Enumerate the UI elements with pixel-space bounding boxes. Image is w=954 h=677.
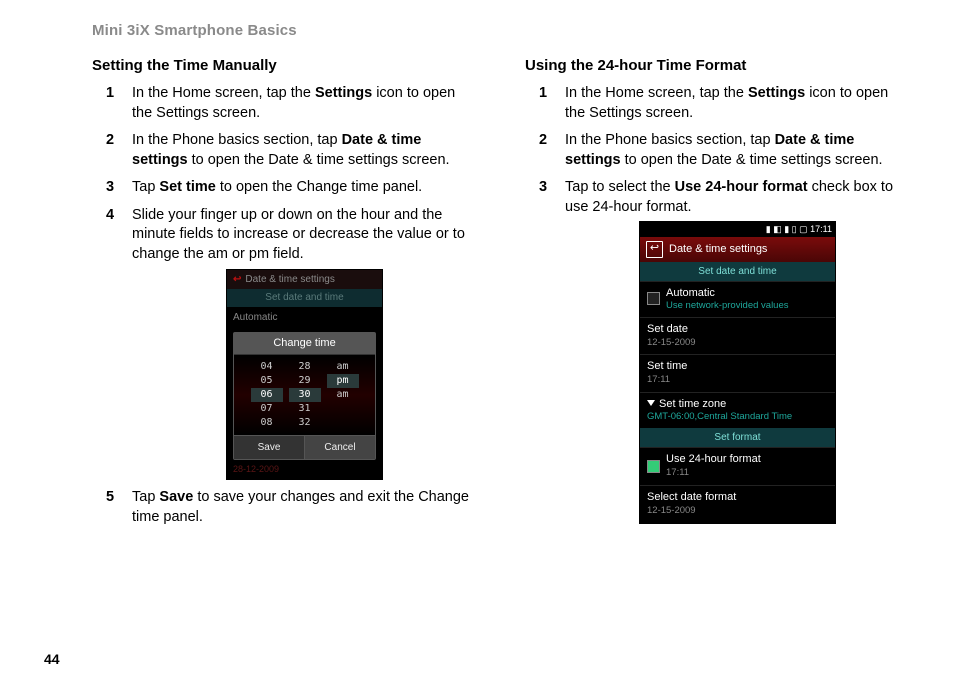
step-item: In the Home screen, tap the Settings ico… (525, 84, 910, 123)
row-subtitle: 17:11 (666, 467, 761, 480)
use-24h-row[interactable]: Use 24-hour format 17:11 (640, 447, 835, 485)
row-title: Set time (647, 359, 828, 374)
step-item: Tap Save to save your changes and exit t… (92, 488, 477, 527)
wheel-value: 32 (289, 416, 321, 430)
step-text: to open the Change time panel. (216, 179, 422, 195)
step-bold: Settings (748, 85, 805, 101)
row-subtitle: GMT-06:00,Central Standard Time (647, 412, 828, 423)
manual-page: Mini 3iX Smartphone Basics Setting the T… (0, 0, 954, 677)
phone-titlebar: ↩ Date & time settings (640, 237, 835, 262)
wheel-value: 31 (289, 402, 321, 416)
automatic-row[interactable]: Automatic Use network-provided values (640, 281, 835, 317)
minute-wheel[interactable]: 28 29 30 31 32 (289, 360, 321, 430)
right-column: Using the 24-hour Time Format In the Hom… (525, 57, 910, 651)
row-title: Set time zone (647, 397, 828, 412)
right-steps: In the Home screen, tap the Settings ico… (525, 84, 910, 524)
panel-title: Change time (234, 333, 375, 355)
set-time-row[interactable]: Set time 17:11 (640, 354, 835, 392)
step-bold: Use 24-hour format (675, 179, 808, 195)
row-title: Select date format (647, 490, 828, 505)
wheel-value: 29 (289, 374, 321, 388)
row-title: Set date (647, 322, 828, 337)
step-item: Slide your finger up or down on the hour… (92, 206, 477, 481)
row-subtitle: 12-15-2009 (647, 505, 828, 518)
dropdown-icon (647, 400, 655, 406)
section-header: Set format (640, 428, 835, 448)
phone-mock-datetime-settings: ▮ ◧ ▮ ▯ ▢ 17:11 ↩ Date & time settings Se… (639, 221, 836, 523)
chapter-title: Mini 3iX Smartphone Basics (92, 22, 910, 39)
wheel-value: 28 (289, 360, 321, 374)
row-subtitle: Use network-provided values (666, 301, 789, 312)
wheel-value-selected: pm (327, 374, 359, 388)
left-column: Setting the Time Manually In the Home sc… (92, 57, 477, 651)
phone-title: Date & time settings (245, 274, 334, 285)
set-timezone-row[interactable]: Set time zone GMT-06:00,Central Standard… (640, 392, 835, 428)
step-item: Tap Set time to open the Change time pan… (92, 178, 477, 198)
time-wheels: 04 05 06 07 08 28 29 30 (234, 355, 375, 435)
phone-section-header: Set date and time (227, 289, 382, 307)
section-heading-left: Setting the Time Manually (92, 57, 477, 74)
status-bar: ▮ ◧ ▮ ▯ ▢ 17:11 (640, 222, 835, 236)
section-heading-right: Using the 24-hour Time Format (525, 57, 910, 74)
row-title: Use 24-hour format (666, 452, 761, 467)
step-item: Tap to select the Use 24-hour format che… (525, 178, 910, 523)
row-subtitle: 17:11 (647, 374, 828, 387)
two-columns: Setting the Time Manually In the Home sc… (92, 57, 910, 651)
checkbox-icon[interactable] (647, 460, 660, 473)
wheel-value-selected: 30 (289, 388, 321, 402)
step-text: to open the Date & time settings screen. (188, 152, 450, 168)
step-text: to open the Date & time settings screen. (621, 152, 883, 168)
step-item: In the Phone basics section, tap Date & … (92, 131, 477, 170)
phone-automatic-row: Automatic (227, 307, 382, 331)
phone-footer-date: 28-12-2009 (227, 460, 382, 479)
step-text: In the Home screen, tap the (565, 85, 748, 101)
step-bold: Set time (159, 179, 215, 195)
wheel-value: 05 (251, 374, 283, 388)
checkbox-icon[interactable] (647, 292, 660, 305)
wheel-value: am (327, 388, 359, 402)
ampm-wheel[interactable]: am pm am (327, 360, 359, 430)
wheel-value-selected: 06 (251, 388, 283, 402)
phone-title: Date & time settings (669, 242, 767, 257)
page-number: 44 (44, 651, 910, 667)
step-text: Tap to select the (565, 179, 675, 195)
wheel-value: am (327, 360, 359, 374)
row-subtitle: 12-15-2009 (647, 337, 828, 350)
step-text: Tap (132, 489, 159, 505)
wheel-value: 04 (251, 360, 283, 374)
step-item: In the Home screen, tap the Settings ico… (92, 84, 477, 123)
step-text: In the Home screen, tap the (132, 85, 315, 101)
left-steps: In the Home screen, tap the Settings ico… (92, 84, 477, 528)
phone-titlebar: ↩ Date & time settings (227, 270, 382, 290)
step-text: In the Phone basics section, tap (565, 132, 775, 148)
back-icon[interactable]: ↩ (646, 241, 663, 258)
back-icon: ↩ (233, 274, 241, 285)
phone-mock-change-time: ↩Date & time settings Set date and time … (226, 269, 383, 481)
wheel-value: 07 (251, 402, 283, 416)
step-bold: Settings (315, 85, 372, 101)
change-time-panel: Change time 04 05 06 07 08 (233, 332, 376, 460)
step-text: Tap (132, 179, 159, 195)
status-time: 17:11 (810, 224, 832, 234)
step-text: In the Phone basics section, tap (132, 132, 342, 148)
step-item: In the Phone basics section, tap Date & … (525, 131, 910, 170)
row-title: Automatic (666, 286, 789, 301)
select-date-format-row[interactable]: Select date format 12-15-2009 (640, 485, 835, 523)
wheel-value: 08 (251, 416, 283, 430)
step-bold: Save (159, 489, 193, 505)
step-text: Slide your finger up or down on the hour… (132, 207, 465, 262)
section-header: Set date and time (640, 262, 835, 282)
save-button[interactable]: Save (234, 436, 304, 460)
set-date-row[interactable]: Set date 12-15-2009 (640, 317, 835, 355)
hour-wheel[interactable]: 04 05 06 07 08 (251, 360, 283, 430)
cancel-button[interactable]: Cancel (304, 436, 375, 460)
